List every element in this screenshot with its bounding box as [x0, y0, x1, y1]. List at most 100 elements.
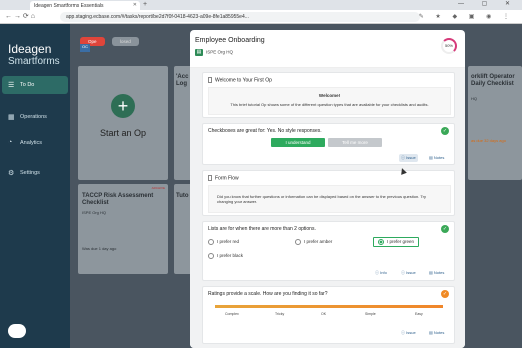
modal-location: ▤ ISPE Org HQ	[195, 49, 233, 56]
closed-filter-pill[interactable]: losed	[111, 37, 139, 46]
i-understand-button[interactable]: I understand	[271, 138, 325, 147]
card-title: TACCP Risk Assessment Checklist	[82, 193, 154, 206]
form-flow-box: Did you know that further questions or i…	[208, 185, 451, 213]
browser-tabbar: Ideagen Smartforms Essentials ✕ + — ▢ ✕	[0, 0, 522, 10]
archive-badge: ARCHIVE	[151, 186, 165, 190]
notes-label: Notes	[433, 270, 445, 275]
start-op-card[interactable]: + Start an Op	[78, 66, 168, 180]
location-label: ISPE Org HQ	[206, 49, 234, 55]
scale-label-simple[interactable]: Simple	[365, 312, 376, 316]
sidebar-item-operations[interactable]: ▦ Operations	[2, 108, 68, 126]
start-op-label: Start an Op	[99, 128, 147, 138]
scale-label-tricky[interactable]: Tricky	[275, 312, 284, 316]
form-flow-title: Form Flow	[215, 175, 239, 182]
card-title: orklift Operator Daily Checklist	[471, 74, 515, 87]
issue-label: Issue	[406, 270, 416, 275]
welcome-heading: Welcome!	[318, 93, 341, 98]
welcome-title: Welcome to Your First Op	[215, 77, 272, 84]
question-title: Checkboxes are great for: Yes. No style …	[208, 128, 322, 134]
issue-icon: ⓘ	[401, 270, 405, 275]
option-label: I prefer amber	[304, 239, 333, 245]
logo-subtext: Smartforms	[8, 56, 60, 67]
notes-button[interactable]: ▤ Notes	[429, 330, 444, 335]
address-bar: ← → ⟳ ⌂ app.staging.ecbase.com/#/tasks/r…	[0, 10, 522, 24]
tell-me-more-button[interactable]: Tell me more	[328, 138, 382, 147]
plus-icon: +	[111, 94, 135, 118]
close-tab-icon[interactable]: ✕	[133, 2, 137, 8]
extension-icons[interactable]: ✎ ★ ◆ ▣ ◉ ⋮	[419, 13, 514, 20]
new-tab-icon[interactable]: +	[143, 1, 147, 8]
card-due: as due 32 days ago	[471, 138, 506, 143]
grid-icon: ▦	[8, 114, 15, 121]
url-input[interactable]: app.staging.ecbase.com/#/tasks/report/be…	[60, 12, 420, 22]
option-amber[interactable]: I prefer amber	[295, 239, 332, 245]
radio-icon	[208, 253, 214, 259]
scale-label-ok[interactable]: OK	[321, 312, 326, 316]
modal-body[interactable]: Welcome to Your First Op Welcome! This b…	[190, 68, 465, 348]
issue-button[interactable]: ⓘ Issue	[401, 330, 416, 336]
building-icon: ▤	[195, 49, 203, 56]
navigation-icons[interactable]: ← → ⟳ ⌂	[5, 12, 35, 20]
notes-label: Notes	[433, 330, 445, 335]
list-icon: ☰	[8, 82, 15, 89]
scale-label-easy[interactable]: Easy	[415, 312, 423, 316]
task-card-forklift[interactable]: orklift Operator Daily Checklist HQ as d…	[468, 66, 522, 180]
card-location: ISPE Org HQ	[82, 210, 107, 215]
sidebar: Ideagen Smartforms ☰ To Do ▦ Operations …	[0, 24, 70, 348]
form-flow-section: Form Flow Did you know that further ques…	[202, 170, 455, 216]
question-list: Lists are for when there are more than 2…	[202, 221, 455, 281]
option-label: I prefer red	[217, 239, 240, 245]
notes-icon: ▤	[429, 270, 433, 275]
filter-button[interactable]: OC	[80, 44, 90, 52]
logo-text: Ideagen	[8, 42, 52, 56]
check-icon: ✓	[441, 225, 449, 233]
notes-icon: ▤	[429, 330, 433, 335]
check-icon: ✓	[441, 127, 449, 135]
issue-button[interactable]: ⓘ Issue	[401, 270, 416, 276]
radio-icon	[208, 239, 214, 245]
info-label: Info	[380, 270, 387, 275]
sidebar-item-settings[interactable]: ⚙ Settings	[2, 164, 68, 182]
question-checkbox: Checkboxes are great for: Yes. No style …	[202, 123, 455, 165]
issue-icon: ⓘ	[401, 155, 405, 160]
notes-button[interactable]: ▤ Notes	[429, 270, 444, 275]
modal-header: Employee Onboarding ▤ ISPE Org HQ 50%	[190, 30, 465, 68]
modal-title: Employee Onboarding	[195, 37, 265, 44]
window-controls[interactable]: — ▢ ✕	[458, 0, 518, 7]
chat-bubble-icon[interactable]	[8, 324, 26, 338]
task-card-taccp[interactable]: ARCHIVE TACCP Risk Assessment Checklist …	[78, 184, 168, 274]
option-green[interactable]: I prefer green	[373, 237, 420, 247]
scale-label-complex[interactable]: Complex	[225, 312, 239, 316]
notes-button[interactable]: ▤ Notes	[429, 155, 444, 160]
sidebar-item-label: Operations	[20, 114, 47, 120]
radio-icon	[295, 239, 301, 245]
progress-ring: 50%	[441, 38, 457, 54]
browser-tab[interactable]: Ideagen Smartforms Essentials ✕	[30, 1, 140, 10]
radio-selected-icon	[378, 239, 384, 245]
chart-icon: ◔	[8, 139, 13, 146]
card-location: HQ	[471, 96, 477, 101]
question-title: Lists are for when there are more than 2…	[208, 226, 316, 232]
sidebar-item-analytics[interactable]: ◔ Analytics	[2, 134, 68, 152]
rating-scale[interactable]	[215, 305, 443, 308]
gear-icon: ⚙	[8, 170, 15, 177]
section-title: Welcome to Your First Op	[208, 77, 272, 83]
welcome-section: Welcome to Your First Op Welcome! This b…	[202, 72, 455, 118]
option-label: I prefer green	[387, 239, 415, 245]
form-flow-text: Did you know that further questions or i…	[217, 194, 427, 204]
info-icon	[208, 77, 212, 83]
issue-label: Issue	[406, 155, 416, 160]
issue-button[interactable]: ⓘ Issue	[399, 154, 418, 162]
sidebar-item-todo[interactable]: ☰ To Do	[2, 76, 68, 94]
option-black[interactable]: I prefer black	[208, 253, 243, 259]
welcome-text: This brief tutorial Op shows some of the…	[230, 102, 429, 107]
welcome-box: Welcome! This brief tutorial Op shows so…	[208, 87, 451, 115]
issue-icon: ⓘ	[401, 330, 405, 335]
sidebar-item-label: Settings	[20, 170, 40, 176]
sidebar-item-label: Analytics	[20, 140, 43, 146]
issue-label: Issue	[406, 330, 416, 335]
info-button[interactable]: ⓘ Info	[375, 270, 387, 276]
info-icon	[208, 175, 212, 181]
option-red[interactable]: I prefer red	[208, 239, 239, 245]
question-rating: Ratings provide a scale. How are you fin…	[202, 286, 455, 344]
